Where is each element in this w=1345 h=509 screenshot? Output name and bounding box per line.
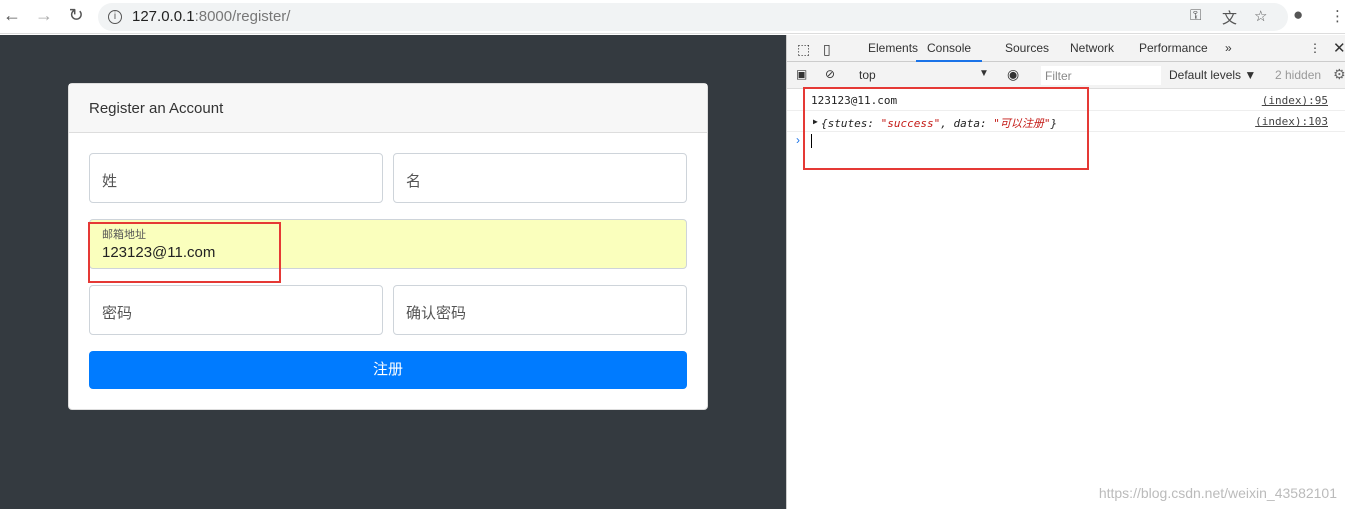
gear-icon[interactable]: ⚙ [1333, 66, 1345, 83]
profile-icon[interactable]: ● [1293, 5, 1303, 25]
browser-toolbar: ← → ↻ i 127.0.0.1:8000/register/ ⚿ 文 ☆ ●… [0, 0, 1345, 34]
page-content: Register an Account 姓 名 邮箱地址 123123@11.c… [0, 35, 786, 509]
first-name-input[interactable]: 名 [393, 153, 687, 203]
card-title: Register an Account [69, 84, 707, 133]
key-icon[interactable]: ⚿ [1190, 7, 1201, 24]
star-icon[interactable]: ☆ [1254, 7, 1267, 25]
tab-elements[interactable]: Elements [868, 41, 918, 55]
menu-icon[interactable]: ⋮ [1330, 7, 1345, 25]
device-icon[interactable]: ▯ [823, 41, 831, 58]
address-bar[interactable]: i 127.0.0.1:8000/register/ [98, 3, 1288, 31]
levels-select[interactable]: Default levels ▼ [1169, 68, 1256, 82]
hidden-count: 2 hidden [1275, 68, 1322, 82]
more-tabs-icon[interactable]: » [1225, 41, 1232, 55]
chevron-down-icon: ▼ [979, 68, 989, 79]
inspect-icon[interactable]: ⬚ [797, 41, 810, 58]
highlight-box [803, 87, 1089, 170]
tab-network[interactable]: Network [1070, 41, 1114, 55]
highlight-box [88, 222, 281, 283]
context-select[interactable]: top [859, 68, 876, 82]
devtools-panel: ⬚ ▯ Elements Console Sources Network Per… [786, 35, 1345, 509]
sidebar-toggle-icon[interactable]: ▣ [796, 67, 807, 81]
watermark: https://blog.csdn.net/weixin_43582101 [1098, 485, 1337, 501]
info-icon[interactable]: i [108, 10, 122, 24]
log-source-link[interactable]: (index):95 [1262, 94, 1328, 107]
url-host: 127.0.0.1 [132, 8, 195, 25]
forward-icon[interactable]: → [32, 5, 56, 26]
password-input[interactable]: 密码 [89, 285, 383, 335]
confirm-password-input[interactable]: 确认密码 [393, 285, 687, 335]
devtools-tabs: ⬚ ▯ Elements Console Sources Network Per… [787, 35, 1345, 62]
tab-performance[interactable]: Performance [1139, 41, 1208, 55]
back-icon[interactable]: ← [0, 5, 24, 26]
filter-input[interactable]: Filter [1041, 66, 1161, 85]
log-source-link[interactable]: (index):103 [1255, 115, 1328, 128]
kebab-icon[interactable]: ⋮ [1309, 41, 1321, 55]
last-name-input[interactable]: 姓 [89, 153, 383, 203]
console-toolbar: ▣ ⊘ top ▼ ◉ Filter Default levels ▼ 2 hi… [787, 62, 1345, 89]
reload-icon[interactable]: ↻ [64, 5, 88, 26]
tab-console[interactable]: Console [916, 41, 983, 62]
close-icon[interactable]: ✕ [1333, 39, 1345, 57]
prompt-icon: › [796, 133, 800, 147]
register-button[interactable]: 注册 [89, 351, 687, 389]
eye-icon[interactable]: ◉ [1007, 66, 1019, 83]
translate-icon[interactable]: 文 [1222, 7, 1237, 28]
url-path: :8000/register/ [194, 8, 291, 25]
tab-sources[interactable]: Sources [1005, 41, 1049, 55]
clear-icon[interactable]: ⊘ [825, 67, 835, 81]
